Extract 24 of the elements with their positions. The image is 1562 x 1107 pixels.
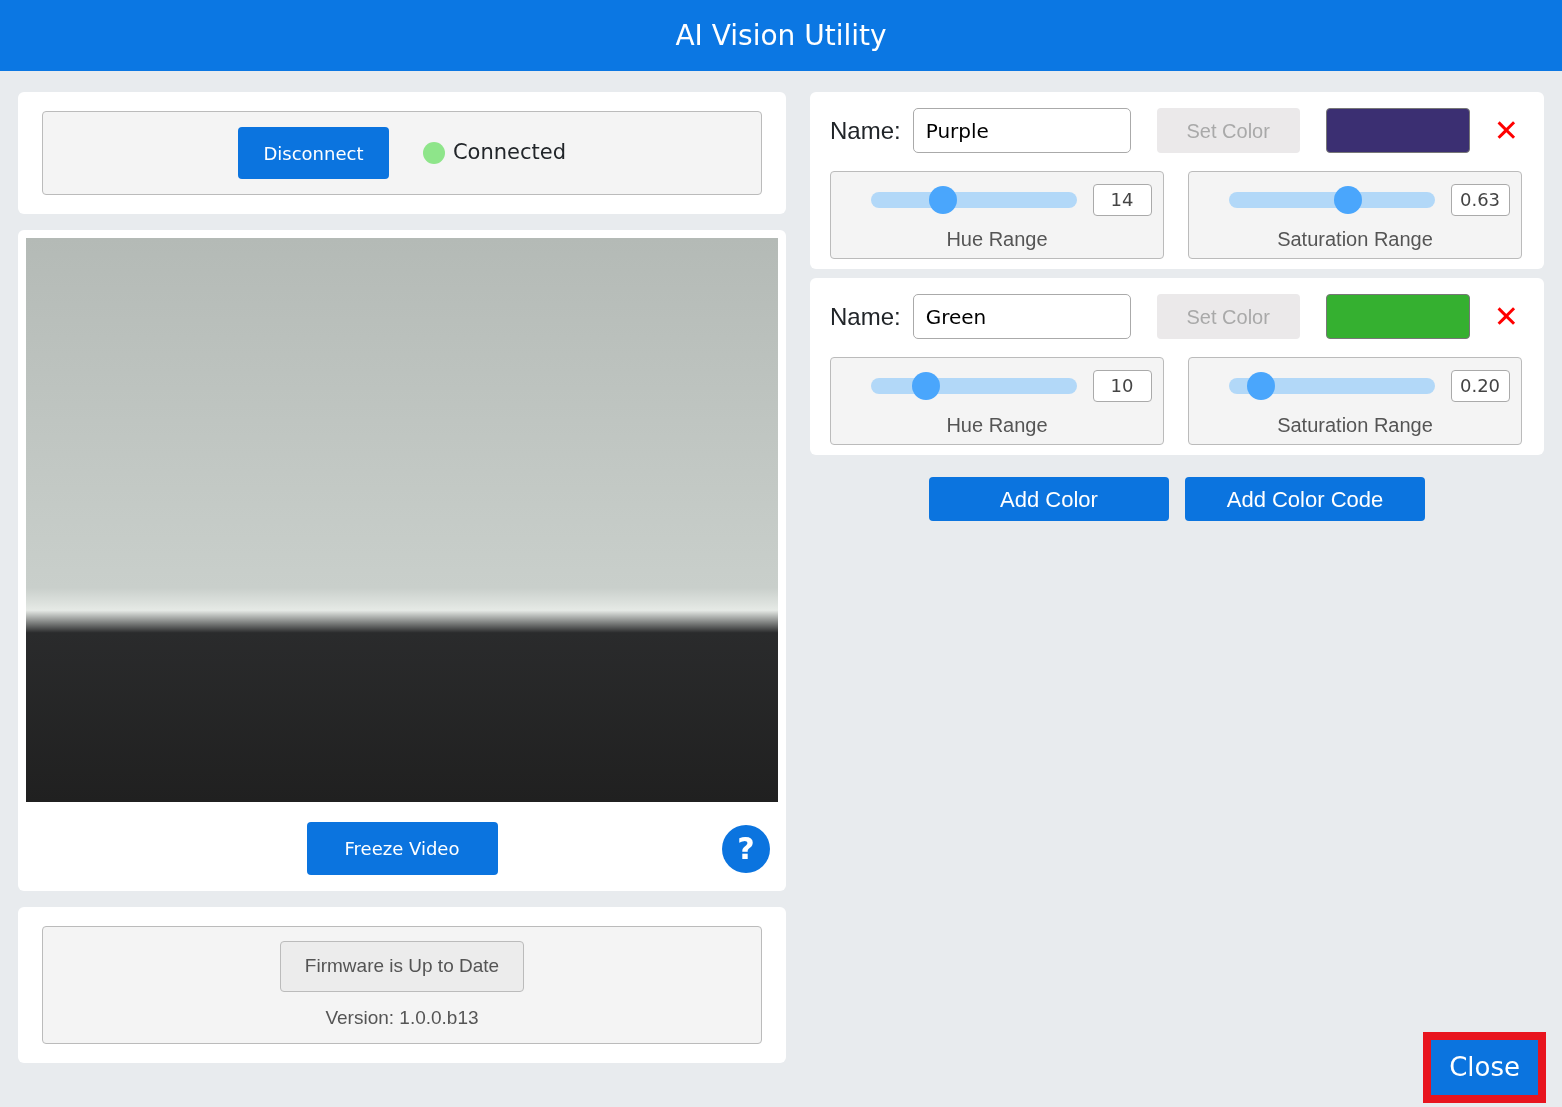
connection-status: Connected [452, 139, 567, 167]
hue-range-label: Hue Range [946, 227, 1048, 252]
saturation-range-label: Saturation Range [1277, 227, 1433, 252]
freeze-video-button[interactable]: Freeze Video [306, 822, 498, 875]
saturation-range-value: 0.63 [1450, 184, 1510, 216]
saturation-range-value: 0.20 [1450, 370, 1510, 402]
name-label: Name: [830, 301, 901, 332]
hue-range-label: Hue Range [946, 413, 1048, 438]
disconnect-button[interactable]: Disconnect [237, 127, 389, 179]
hue-range-value: 10 [1092, 370, 1152, 402]
name-label: Name: [830, 115, 901, 146]
add-color-button[interactable]: Add Color [929, 477, 1169, 521]
saturation-range-slider-track[interactable] [1228, 372, 1435, 400]
close-button[interactable]: Close [1423, 1032, 1546, 1103]
help-button[interactable]: ? [722, 824, 770, 873]
saturation-range-slider-track[interactable] [1228, 186, 1435, 214]
hue-range-value: 14 [1092, 184, 1152, 216]
add-color-button[interactable]: Add Color Code [1185, 477, 1425, 521]
hue-range-slider-track[interactable] [870, 186, 1077, 214]
app-title: AI Vision Utility [675, 17, 887, 54]
firmware-button[interactable]: Firmware is Up to Date [279, 941, 525, 992]
saturation-range-label: Saturation Range [1277, 413, 1433, 438]
version-text: Version: 1.0.0.b13 [325, 1005, 479, 1030]
hue-range-slider-track[interactable] [870, 372, 1077, 400]
